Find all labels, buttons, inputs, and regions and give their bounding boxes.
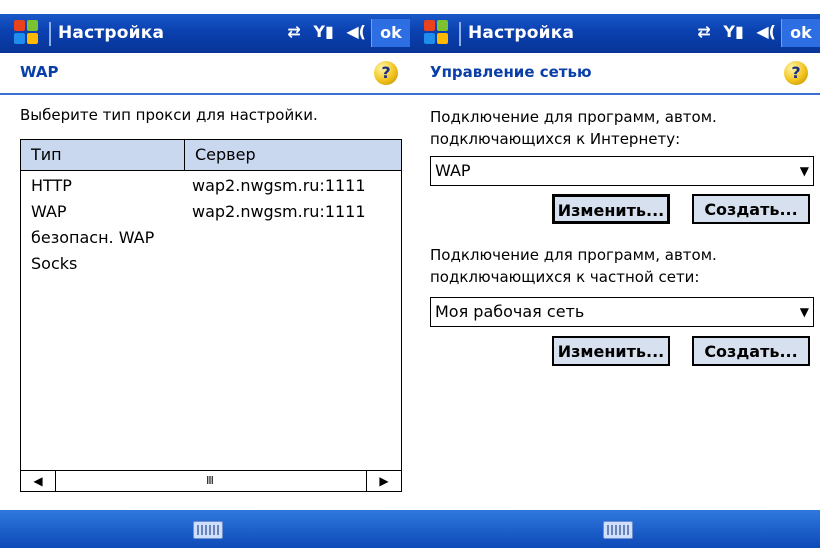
app-title: Настройка: [58, 23, 165, 43]
speaker-icon[interactable]: ◀(: [346, 22, 366, 41]
list-item-server: wap2.nwgsm.ru:1111: [192, 202, 366, 221]
page-heading: WAP ?: [0, 53, 410, 95]
sync-icon[interactable]: ⇄: [287, 22, 300, 41]
dropdown-arrow-icon: ▼: [799, 164, 809, 178]
column-header-type[interactable]: Тип: [21, 140, 194, 170]
help-icon[interactable]: ?: [374, 61, 398, 85]
network-management-screen: Настройка ⇄ Y▮ ◀( ok Управление сетью ? …: [410, 0, 820, 548]
list-item[interactable]: Socks: [21, 254, 401, 278]
scroll-right-button[interactable]: ▶: [366, 471, 401, 491]
page-title: Управление сетью: [430, 63, 592, 81]
list-item-type: безопасн. WAP: [31, 228, 155, 247]
sync-icon[interactable]: ⇄: [697, 22, 710, 41]
edit-private-button[interactable]: Изменить...: [552, 336, 670, 366]
proxy-list[interactable]: Тип Сервер HTTP wap2.nwgsm.ru:1111 WAP w…: [20, 139, 402, 492]
create-internet-button[interactable]: Создать...: [692, 194, 810, 224]
internet-connection-value: WAP: [435, 161, 471, 180]
list-item-type: HTTP: [31, 176, 72, 195]
horizontal-scrollbar[interactable]: ◀ III ▶: [21, 470, 401, 491]
list-item-server: wap2.nwgsm.ru:1111: [192, 176, 366, 195]
edit-internet-button[interactable]: Изменить...: [552, 194, 670, 224]
list-item[interactable]: WAP wap2.nwgsm.ru:1111: [21, 202, 401, 226]
column-header-server[interactable]: Сервер: [185, 140, 256, 170]
title-bar: Настройка ⇄ Y▮ ◀( ok: [410, 14, 820, 53]
speaker-icon[interactable]: ◀(: [756, 22, 776, 41]
app-title: Настройка: [468, 23, 575, 43]
signal-icon[interactable]: Y▮: [723, 22, 743, 41]
private-connection-value: Моя рабочая сеть: [435, 302, 585, 321]
list-header: Тип Сервер: [21, 140, 401, 171]
menu-bar: [410, 510, 820, 548]
scroll-thumb[interactable]: III: [56, 471, 363, 491]
ok-button[interactable]: ok: [371, 19, 410, 47]
menu-bar: [0, 510, 410, 548]
scroll-left-button[interactable]: ◀: [21, 471, 56, 491]
internet-connection-select[interactable]: WAP ▼: [430, 156, 814, 186]
dropdown-arrow-icon: ▼: [799, 305, 809, 319]
proxy-settings-screen: Настройка ⇄ Y▮ ◀( ok WAP ? Выберите тип …: [0, 0, 410, 548]
ok-button[interactable]: ok: [781, 19, 820, 47]
instruction-text: Выберите тип прокси для настройки.: [20, 106, 318, 124]
title-bar: Настройка ⇄ Y▮ ◀( ok: [0, 14, 410, 53]
private-connection-label: Подключение для программ, автом. подключ…: [430, 246, 717, 286]
page-heading: Управление сетью ?: [410, 53, 820, 95]
page-title: WAP: [20, 63, 59, 81]
keyboard-icon[interactable]: [193, 521, 223, 539]
keyboard-icon[interactable]: [603, 521, 633, 539]
list-item[interactable]: безопасн. WAP: [21, 228, 401, 252]
list-item-type: WAP: [31, 202, 67, 221]
list-item[interactable]: HTTP wap2.nwgsm.ru:1111: [21, 176, 401, 200]
list-item-type: Socks: [31, 254, 78, 273]
windows-start-icon[interactable]: [424, 20, 450, 46]
create-private-button[interactable]: Создать...: [692, 336, 810, 366]
internet-connection-label: Подключение для программ, автом. подключ…: [430, 108, 717, 148]
windows-start-icon[interactable]: [14, 20, 40, 46]
signal-icon[interactable]: Y▮: [313, 22, 333, 41]
help-icon[interactable]: ?: [784, 61, 808, 85]
private-connection-select[interactable]: Моя рабочая сеть ▼: [430, 297, 814, 327]
